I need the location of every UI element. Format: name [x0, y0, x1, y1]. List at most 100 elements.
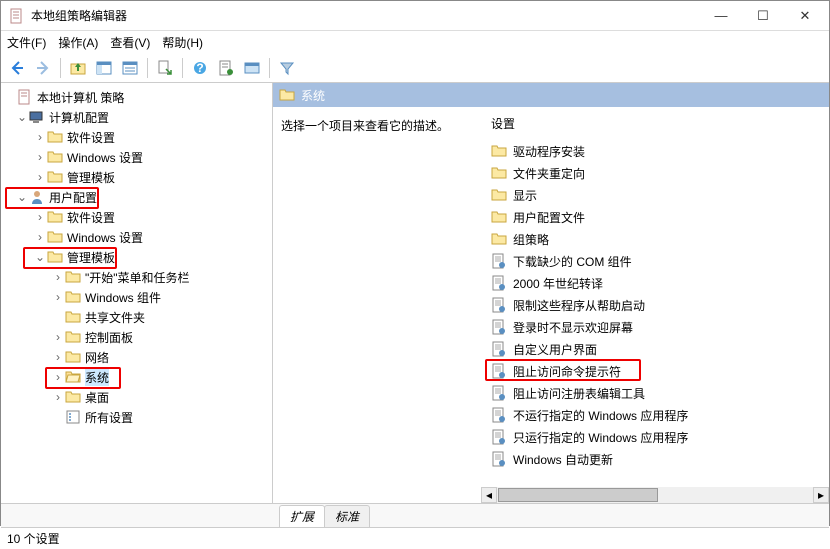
tree-item[interactable]: ›桌面	[1, 387, 272, 407]
tree-label: Windows 设置	[67, 229, 143, 246]
setting-label: 登录时不显示欢迎屏幕	[513, 319, 633, 336]
tree-label: Windows 设置	[67, 149, 143, 166]
folder-icon	[65, 389, 81, 405]
menu-bar: 文件(F) 操作(A) 查看(V) 帮助(H)	[1, 31, 829, 53]
tab-standard[interactable]: 标准	[324, 505, 370, 527]
tree-root[interactable]: ▸ 本地计算机 策略	[1, 87, 272, 107]
tab-extended[interactable]: 扩展	[279, 505, 325, 527]
tree-item[interactable]: ›共享文件夹	[1, 307, 272, 327]
menu-file[interactable]: 文件(F)	[7, 34, 46, 51]
export-button[interactable]	[153, 56, 177, 80]
tree-item[interactable]: ›控制面板	[1, 327, 272, 347]
tree-label: 管理模板	[67, 169, 115, 186]
folder-icon	[47, 169, 63, 185]
setting-row[interactable]: 不运行指定的 Windows 应用程序	[485, 404, 825, 426]
setting-icon	[491, 319, 507, 335]
minimize-button[interactable]: —	[711, 8, 731, 24]
setting-row[interactable]: 驱动程序安装	[485, 140, 825, 162]
setting-row[interactable]: 自定义用户界面	[485, 338, 825, 360]
setting-row[interactable]: 下载缺少的 COM 组件	[485, 250, 825, 272]
folder-icon	[65, 329, 81, 345]
tree-label: 网络	[85, 349, 109, 366]
scroll-right-button[interactable]: ▸	[813, 487, 829, 503]
show-hide-tree-button[interactable]	[92, 56, 116, 80]
folder-icon	[47, 249, 63, 265]
menu-help[interactable]: 帮助(H)	[162, 34, 203, 51]
setting-label: 不运行指定的 Windows 应用程序	[513, 407, 688, 424]
setting-row[interactable]: 文件夹重定向	[485, 162, 825, 184]
tree-user-config[interactable]: ⌄ 用户配置	[1, 187, 272, 207]
setting-row[interactable]: 阻止访问注册表编辑工具	[485, 382, 825, 404]
tree-computer-config[interactable]: ⌄ 计算机配置	[1, 107, 272, 127]
tree-item[interactable]: ›软件设置	[1, 207, 272, 227]
close-button[interactable]: ✕	[795, 8, 815, 24]
folder-icon	[491, 143, 507, 159]
folder-icon	[491, 209, 507, 225]
list-view-button[interactable]	[118, 56, 142, 80]
setting-row[interactable]: Windows 自动更新	[485, 448, 825, 470]
setting-icon	[491, 341, 507, 357]
window-title: 本地组策略编辑器	[31, 7, 711, 24]
setting-row[interactable]: 组策略	[485, 228, 825, 250]
breadcrumb: 系统	[273, 83, 829, 107]
tree-item[interactable]: ›网络	[1, 347, 272, 367]
setting-label: 阻止访问命令提示符	[513, 363, 621, 380]
menu-view[interactable]: 查看(V)	[110, 34, 150, 51]
forward-button[interactable]	[31, 56, 55, 80]
policy-icon	[17, 89, 33, 105]
tree-item[interactable]: ›所有设置	[1, 407, 272, 427]
tree-label: Windows 组件	[85, 289, 161, 306]
tree-system[interactable]: ›系统	[1, 367, 272, 387]
folder-icon	[491, 165, 507, 181]
tree-item[interactable]: ›管理模板	[1, 167, 272, 187]
settings-header[interactable]: 设置	[485, 115, 825, 132]
setting-icon	[491, 297, 507, 313]
tree-item[interactable]: ›Windows 设置	[1, 227, 272, 247]
tree-label: 管理模板	[67, 249, 115, 266]
filter-button[interactable]	[275, 56, 299, 80]
tree-pane: ▸ 本地计算机 策略 ⌄ 计算机配置 ›软件设置 ›Windows 设置 ›管理…	[1, 83, 273, 503]
tree-label: "开始"菜单和任务栏	[85, 269, 190, 286]
preview-button[interactable]	[240, 56, 264, 80]
up-button[interactable]	[66, 56, 90, 80]
setting-row[interactable]: 阻止访问命令提示符	[485, 360, 825, 382]
tree-label: 控制面板	[85, 329, 133, 346]
maximize-button[interactable]: ☐	[753, 8, 773, 24]
tree-item[interactable]: ›Windows 设置	[1, 147, 272, 167]
setting-row[interactable]: 显示	[485, 184, 825, 206]
folder-icon	[65, 289, 81, 305]
main-area: ▸ 本地计算机 策略 ⌄ 计算机配置 ›软件设置 ›Windows 设置 ›管理…	[1, 83, 829, 503]
back-button[interactable]	[5, 56, 29, 80]
scroll-left-button[interactable]: ◂	[481, 487, 497, 503]
properties-button[interactable]	[214, 56, 238, 80]
setting-icon	[491, 451, 507, 467]
help-button[interactable]: ?	[188, 56, 212, 80]
setting-row[interactable]: 用户配置文件	[485, 206, 825, 228]
tree-label: 软件设置	[67, 129, 115, 146]
setting-label: 驱动程序安装	[513, 143, 585, 160]
tree-item[interactable]: ›"开始"菜单和任务栏	[1, 267, 272, 287]
toolbar: ?	[1, 53, 829, 83]
menu-action[interactable]: 操作(A)	[58, 34, 98, 51]
tree-item[interactable]: ›Windows 组件	[1, 287, 272, 307]
setting-row[interactable]: 限制这些程序从帮助启动	[485, 294, 825, 316]
setting-icon	[491, 363, 507, 379]
gpedit-icon	[9, 8, 25, 24]
breadcrumb-label: 系统	[301, 87, 325, 104]
status-text: 10 个设置	[7, 530, 60, 547]
setting-row[interactable]: 登录时不显示欢迎屏幕	[485, 316, 825, 338]
horizontal-scrollbar[interactable]: ◂ ▸	[481, 487, 829, 503]
setting-row[interactable]: 2000 年世纪转译	[485, 272, 825, 294]
setting-icon	[491, 385, 507, 401]
tree-item[interactable]: ›软件设置	[1, 127, 272, 147]
svg-text:?: ?	[196, 61, 203, 75]
tree-label: 所有设置	[85, 409, 133, 426]
settings-list-icon	[65, 409, 81, 425]
setting-label: 只运行指定的 Windows 应用程序	[513, 429, 688, 446]
description-column: 选择一个项目来查看它的描述。	[273, 107, 481, 503]
setting-label: 阻止访问注册表编辑工具	[513, 385, 645, 402]
tree-admin-templates[interactable]: ⌄管理模板	[1, 247, 272, 267]
scroll-thumb[interactable]	[498, 488, 658, 502]
folder-icon	[47, 149, 63, 165]
setting-row[interactable]: 只运行指定的 Windows 应用程序	[485, 426, 825, 448]
